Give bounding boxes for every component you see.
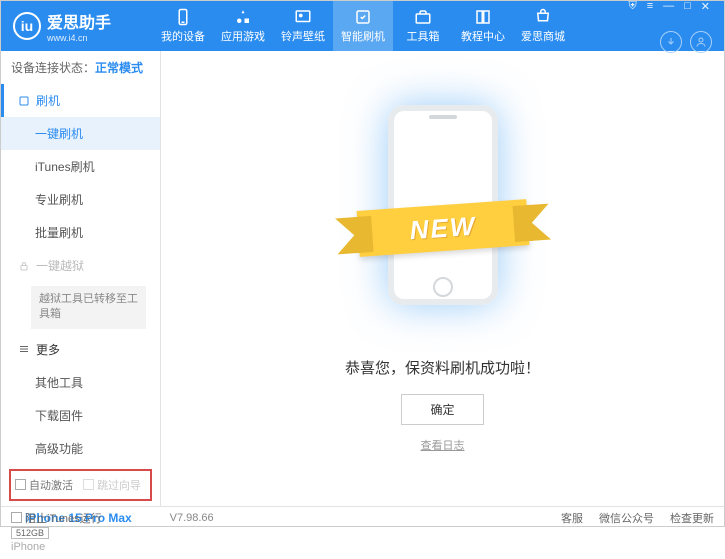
top-nav: 我的设备 应用游戏 铃声壁纸 智能刷机 工具箱 教程中心 爱思商城 — [153, 1, 573, 51]
logo: iu 爱思助手 www.i4.cn — [13, 9, 153, 43]
title-right: ⛨ ≡ — □ ✕ — [626, 0, 712, 53]
jailbreak-note[interactable]: 越狱工具已转移至工具箱 — [31, 286, 146, 329]
success-message: 恭喜您，保资料刷机成功啦！ — [345, 357, 540, 378]
auto-activate-checkbox[interactable]: 自动激活 — [15, 477, 73, 493]
nav-store[interactable]: 爱思商城 — [513, 1, 573, 51]
lock-icon[interactable]: ⛨ — [626, 0, 638, 13]
device-type: iPhone — [11, 541, 150, 553]
logo-icon: iu — [13, 12, 41, 40]
more-icon — [18, 343, 30, 355]
nav-toolbox[interactable]: 工具箱 — [393, 1, 453, 51]
folder-icon — [18, 95, 30, 107]
close-icon[interactable]: ✕ — [699, 0, 712, 13]
new-ribbon: NEW — [356, 199, 529, 257]
titlebar: iu 爱思助手 www.i4.cn 我的设备 应用游戏 铃声壁纸 智能刷机 工具… — [1, 1, 724, 51]
app-name: 爱思助手 — [47, 9, 111, 33]
sidebar-onekey-flash[interactable]: 一键刷机 — [1, 117, 160, 150]
apps-icon — [234, 8, 252, 26]
maximize-icon[interactable]: □ — [682, 0, 693, 13]
ok-button[interactable]: 确定 — [401, 394, 483, 425]
sidebar-section-flash[interactable]: 刷机 — [1, 84, 160, 117]
update-link[interactable]: 检查更新 — [670, 510, 714, 526]
sidebar-section-more[interactable]: 更多 — [1, 333, 160, 366]
download-button[interactable] — [660, 31, 682, 53]
sidebar-pro-flash[interactable]: 专业刷机 — [1, 183, 160, 216]
main-content: NEW 恭喜您，保资料刷机成功啦！ 确定 查看日志 — [161, 51, 724, 506]
window-controls: ⛨ ≡ — □ ✕ — [626, 0, 712, 13]
skip-setup-checkbox[interactable]: 跳过向导 — [83, 477, 141, 493]
nav-tutorials[interactable]: 教程中心 — [453, 1, 513, 51]
options-highlight: 自动激活 跳过向导 — [9, 469, 152, 501]
sidebar-section-jailbreak: 一键越狱 — [1, 249, 160, 282]
cart-icon — [534, 8, 552, 26]
menu-icon[interactable]: ≡ — [645, 0, 655, 13]
nav-ringtones[interactable]: 铃声壁纸 — [273, 1, 333, 51]
wechat-link[interactable]: 微信公众号 — [599, 510, 654, 526]
app-url: www.i4.cn — [47, 33, 111, 43]
sidebar-other-tools[interactable]: 其他工具 — [1, 366, 160, 399]
sidebar-batch-flash[interactable]: 批量刷机 — [1, 216, 160, 249]
block-itunes-checkbox[interactable]: 阻止iTunes运行 — [11, 510, 102, 526]
image-icon — [294, 8, 312, 26]
view-log-link[interactable]: 查看日志 — [421, 437, 465, 453]
nav-my-device[interactable]: 我的设备 — [153, 1, 213, 51]
sidebar-itunes-flash[interactable]: iTunes刷机 — [1, 150, 160, 183]
nav-apps[interactable]: 应用游戏 — [213, 1, 273, 51]
sidebar: 设备连接状态：正常模式 刷机 一键刷机 iTunes刷机 专业刷机 批量刷机 一… — [1, 51, 161, 506]
device-status: 设备连接状态：正常模式 — [1, 51, 160, 84]
phone-icon — [174, 8, 192, 26]
success-graphic: NEW — [368, 105, 518, 335]
sidebar-advanced[interactable]: 高级功能 — [1, 432, 160, 465]
support-link[interactable]: 客服 — [561, 510, 583, 526]
version-label: V7.98.66 — [170, 512, 214, 524]
flash-icon — [354, 8, 372, 26]
toolbox-icon — [414, 8, 432, 26]
nav-flash[interactable]: 智能刷机 — [333, 1, 393, 51]
lock-icon — [18, 260, 30, 272]
book-icon — [474, 8, 492, 26]
sidebar-download-firmware[interactable]: 下载固件 — [1, 399, 160, 432]
user-button[interactable] — [690, 31, 712, 53]
minimize-icon[interactable]: — — [661, 0, 676, 13]
device-storage: 512GB — [11, 527, 49, 539]
